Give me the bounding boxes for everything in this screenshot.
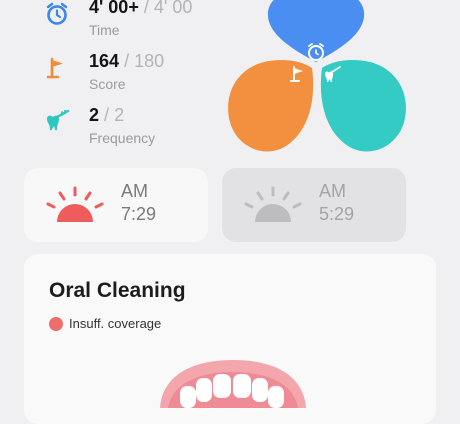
progress-petals bbox=[228, 0, 406, 152]
stat-score-label: Score bbox=[89, 76, 126, 92]
toothbrush-icon bbox=[47, 109, 70, 131]
stat-frequency-value: 2 / 2 bbox=[89, 105, 125, 125]
score-petal bbox=[228, 60, 314, 152]
session-card-1[interactable]: AM 7:29 bbox=[24, 168, 208, 242]
legend-label: Insuff. coverage bbox=[69, 316, 162, 331]
oral-cleaning-card[interactable]: Oral Cleaning Insuff. coverage bbox=[24, 254, 436, 424]
sunrise-icon bbox=[46, 186, 104, 222]
session-1-period: AM bbox=[121, 181, 148, 201]
session-2-period: AM bbox=[319, 181, 346, 201]
stat-frequency-label: Frequency bbox=[89, 130, 156, 146]
oral-cleaning-title: Oral Cleaning bbox=[49, 279, 186, 302]
session-1-time: 7:29 bbox=[121, 204, 157, 224]
sunrise-icon bbox=[244, 186, 302, 222]
coverage-legend: Insuff. coverage bbox=[49, 316, 161, 331]
legend-dot bbox=[49, 316, 63, 331]
stat-time-label: Time bbox=[89, 22, 120, 38]
frequency-petal bbox=[320, 60, 406, 152]
session-card-2[interactable]: AM 5:29 bbox=[222, 168, 406, 242]
session-2-time: 5:29 bbox=[319, 204, 355, 224]
flag-icon bbox=[46, 57, 63, 79]
stat-time-value: 4' 00+ / 4' 00 bbox=[89, 0, 193, 17]
stat-score-value: 164 / 180 bbox=[89, 51, 165, 71]
alarm-clock-icon bbox=[46, 2, 68, 25]
